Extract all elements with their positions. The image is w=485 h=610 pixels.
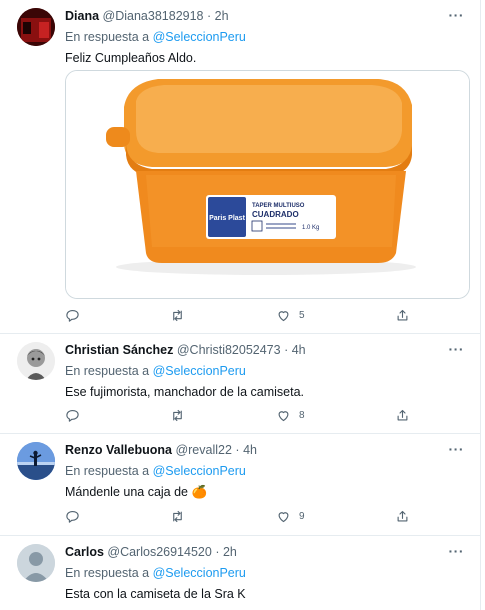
author-handle[interactable]: @Diana38182918 — [103, 9, 204, 23]
tweet-media-image[interactable]: Paris Plast TAPER MULTIUSO CUADRADO 1.0 … — [65, 70, 470, 299]
author-handle[interactable]: @Christi82052473 — [177, 343, 281, 357]
orange-container-photo: Paris Plast TAPER MULTIUSO CUADRADO 1.0 … — [66, 71, 469, 298]
retweet-button[interactable] — [170, 308, 185, 323]
tweet-text: Mándenle una caja de 🍊 — [65, 484, 466, 500]
mention-link[interactable]: @SeleccionPeru — [153, 30, 246, 44]
timestamp[interactable]: 4h — [243, 443, 257, 457]
separator-dot: · — [206, 9, 212, 23]
label-brand-text: Paris Plast — [209, 215, 245, 222]
avatar[interactable] — [17, 8, 55, 46]
avatar-image — [17, 8, 55, 46]
like-icon — [278, 511, 289, 522]
tweet-actions: 9 — [65, 506, 410, 526]
reply-prefix: En respuesta a — [65, 364, 150, 378]
more-icon[interactable]: ··· — [449, 543, 465, 559]
separator-dot: · — [235, 443, 240, 457]
tweet-header: Renzo Vallebuona @revall22 · 4h — [65, 442, 466, 458]
reply-context: En respuesta a @SeleccionPeru — [65, 29, 466, 45]
like-button[interactable]: 5 — [276, 308, 305, 323]
avatar[interactable] — [17, 442, 55, 480]
share-icon — [397, 409, 408, 420]
like-count: 5 — [298, 309, 305, 321]
like-icon — [278, 310, 289, 321]
tweet-body: Carlos @Carlos26914520 · 2h En respuesta… — [65, 544, 466, 602]
reply-context: En respuesta a @SeleccionPeru — [65, 463, 466, 479]
tweet[interactable]: Diana @Diana38182918 · 2h En respuesta a… — [0, 0, 480, 334]
more-icon[interactable]: ··· — [449, 7, 465, 23]
label-line2-text: CUADRADO — [252, 210, 299, 219]
tweet-header: Carlos @Carlos26914520 · 2h — [65, 544, 466, 560]
share-icon — [397, 309, 408, 320]
tweet-actions: 8 — [65, 405, 410, 425]
share-button[interactable] — [395, 408, 410, 423]
mention-link[interactable]: @SeleccionPeru — [153, 566, 246, 580]
like-count: 8 — [298, 409, 305, 421]
share-button[interactable] — [395, 509, 410, 524]
retweet-icon — [173, 409, 183, 421]
tweet-body: Diana @Diana38182918 · 2h En respuesta a… — [65, 8, 466, 66]
like-count: 9 — [298, 510, 305, 522]
author-handle[interactable]: @revall22 — [175, 443, 231, 457]
reply-prefix: En respuesta a — [65, 464, 150, 478]
orange-emoji-icon: 🍊 — [191, 485, 208, 499]
reply-button[interactable] — [65, 509, 80, 524]
default-avatar-icon — [17, 544, 55, 582]
tweet-header: Diana @Diana38182918 · 2h — [65, 8, 466, 24]
reply-prefix: En respuesta a — [65, 30, 150, 44]
retweet-button[interactable] — [170, 408, 185, 423]
label-line1-text: TAPER MULTIUSO — [252, 203, 305, 209]
reply-prefix: En respuesta a — [65, 566, 150, 580]
avatar-image — [17, 442, 55, 480]
tweet[interactable]: Renzo Vallebuona @revall22 · 4h En respu… — [0, 434, 480, 536]
mention-link[interactable]: @SeleccionPeru — [153, 364, 246, 378]
author-name[interactable]: Renzo Vallebuona — [65, 443, 172, 457]
timeline: Diana @Diana38182918 · 2h En respuesta a… — [0, 0, 481, 610]
reply-button[interactable] — [65, 308, 80, 323]
retweet-button[interactable] — [170, 509, 185, 524]
label-size-text: 1.0 Kg — [302, 225, 319, 231]
separator-dot: · — [215, 545, 220, 559]
timestamp[interactable]: 2h — [223, 545, 237, 559]
avatar[interactable] — [17, 342, 55, 380]
mention-link[interactable]: @SeleccionPeru — [153, 464, 246, 478]
tweet-body: Renzo Vallebuona @revall22 · 4h En respu… — [65, 442, 466, 500]
tweet[interactable]: Carlos @Carlos26914520 · 2h En respuesta… — [0, 536, 480, 610]
like-button[interactable]: 8 — [276, 408, 305, 423]
share-button[interactable] — [395, 308, 410, 323]
tweet-text: Feliz Cumpleaños Aldo. — [65, 51, 197, 65]
author-name[interactable]: Diana — [65, 9, 99, 23]
retweet-icon — [173, 309, 183, 321]
reply-icon — [66, 409, 79, 422]
reply-context: En respuesta a @SeleccionPeru — [65, 363, 466, 379]
retweet-icon — [173, 510, 183, 522]
tweet-actions: 5 — [65, 305, 410, 325]
author-handle[interactable]: @Carlos26914520 — [107, 545, 211, 559]
tweet-text-content: Mándenle una caja de — [65, 485, 189, 499]
avatar-image — [17, 342, 55, 380]
timestamp[interactable]: 2h — [215, 9, 229, 23]
separator-dot: · — [284, 343, 289, 357]
author-name[interactable]: Carlos — [65, 545, 104, 559]
more-icon[interactable]: ··· — [449, 441, 465, 457]
more-icon[interactable]: ··· — [449, 341, 465, 357]
timestamp[interactable]: 4h — [292, 343, 306, 357]
tweet-text: Esta con la camiseta de la Sra K — [65, 587, 246, 601]
reply-icon — [66, 510, 79, 523]
avatar[interactable] — [17, 544, 55, 582]
like-icon — [278, 410, 289, 421]
reply-context: En respuesta a @SeleccionPeru — [65, 565, 466, 581]
reply-button[interactable] — [65, 408, 80, 423]
tweet-header: Christian Sánchez @Christi82052473 · 4h — [65, 342, 466, 358]
share-icon — [397, 510, 408, 521]
tweet[interactable]: Christian Sánchez @Christi82052473 · 4h … — [0, 334, 480, 434]
author-name[interactable]: Christian Sánchez — [65, 343, 173, 357]
like-button[interactable]: 9 — [276, 509, 305, 524]
tweet-text: Ese fujimorista, manchador de la camiset… — [65, 385, 304, 399]
reply-icon — [66, 309, 79, 322]
tweet-body: Christian Sánchez @Christi82052473 · 4h … — [65, 342, 466, 400]
